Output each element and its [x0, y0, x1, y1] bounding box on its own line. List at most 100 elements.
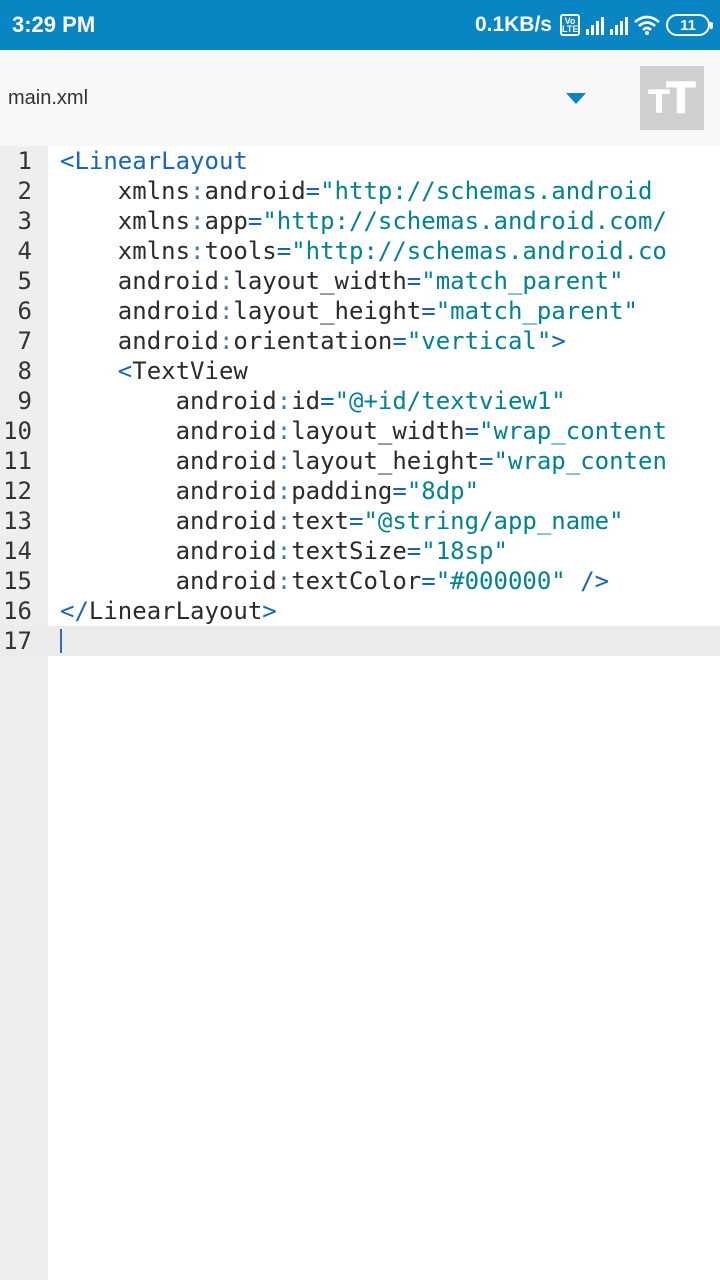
- code-token: textSize: [291, 537, 407, 565]
- file-dropdown-button[interactable]: [562, 88, 590, 108]
- code-token: :: [276, 387, 292, 415]
- code-token: =: [392, 327, 407, 355]
- code-line[interactable]: 3 xmlns:app="http://schemas.android.com/: [0, 206, 720, 236]
- line-number: 9: [17, 387, 32, 415]
- code-token: =: [320, 387, 335, 415]
- line-number: 15: [3, 567, 32, 595]
- code-token: :: [218, 297, 234, 325]
- code-token: android: [204, 177, 306, 205]
- code-token: =: [406, 267, 422, 295]
- line-number: 17: [3, 627, 32, 655]
- code-token: android: [60, 507, 277, 535]
- code-token: android: [60, 417, 277, 445]
- code-token: :: [276, 567, 292, 595]
- line-text: </LinearLayout>: [60, 596, 277, 626]
- code-line[interactable]: 16 </LinearLayout>: [0, 596, 720, 626]
- code-token: xmlns: [60, 177, 191, 205]
- code-token: "http://schemas.android.co: [291, 237, 667, 265]
- code-token: android: [60, 477, 277, 505]
- code-token: :: [218, 327, 234, 355]
- code-line[interactable]: 4 xmlns:tools="http://schemas.android.co: [0, 236, 720, 266]
- code-line[interactable]: 14 android:textSize="18sp": [0, 536, 720, 566]
- line-number: 7: [17, 327, 32, 355]
- code-line[interactable]: 17: [0, 626, 720, 656]
- code-token: "match_parent": [421, 267, 624, 295]
- line-text: android:layout_width="match_parent": [60, 266, 624, 296]
- text-size-button[interactable]: TT: [640, 66, 704, 130]
- code-token: :: [190, 237, 205, 265]
- line-text: xmlns:android="http://schemas.android: [60, 176, 653, 206]
- code-token: "match_parent": [435, 297, 638, 325]
- line-number: 5: [17, 267, 32, 295]
- code-token: layout_height: [291, 447, 480, 475]
- code-line[interactable]: 12 android:padding="8dp": [0, 476, 720, 506]
- code-token: :: [276, 507, 292, 535]
- code-token: =: [392, 477, 407, 505]
- line-number: 11: [3, 447, 32, 475]
- code-token: =: [247, 207, 263, 235]
- code-token: >: [262, 597, 277, 625]
- code-line[interactable]: 5 android:layout_width="match_parent": [0, 266, 720, 296]
- code-token: orientation: [233, 327, 393, 355]
- status-icons: 0.1KB/s Vo LTE 11: [475, 0, 713, 50]
- line-text: <TextView: [60, 356, 248, 386]
- line-number: 4: [17, 237, 32, 265]
- line-text: android:padding="8dp": [60, 476, 479, 506]
- code-token: =: [305, 177, 321, 205]
- code-line[interactable]: 7 android:orientation="vertical">: [0, 326, 720, 356]
- code-token: <LinearLayout: [60, 147, 248, 175]
- line-number: 3: [17, 207, 32, 235]
- line-number: 14: [3, 537, 32, 565]
- code-token: =: [406, 537, 422, 565]
- code-token: "wrap_content: [479, 417, 667, 445]
- code-token: tools: [204, 237, 277, 265]
- status-time: 3:29 PM: [12, 12, 96, 37]
- code-token: :: [276, 537, 292, 565]
- code-token: android: [60, 567, 277, 595]
- code-token: :: [276, 417, 292, 445]
- code-line[interactable]: 11 android:layout_height="wrap_conten: [0, 446, 720, 476]
- code-token: text: [291, 507, 349, 535]
- line-text: android:layout_height="match_parent": [60, 296, 638, 326]
- code-token: textColor: [291, 567, 422, 595]
- code-token: layout_width: [291, 417, 465, 445]
- code-token: layout_width: [233, 267, 407, 295]
- code-token: <: [60, 357, 133, 385]
- code-token: "http://schemas.android: [320, 177, 653, 205]
- code-line[interactable]: 6 android:layout_height="match_parent": [0, 296, 720, 326]
- line-text: xmlns:tools="http://schemas.android.co: [60, 236, 667, 266]
- code-token: :: [276, 477, 292, 505]
- code-token: android: [60, 267, 219, 295]
- code-token: />: [565, 567, 610, 595]
- status-bar: 3:29 PM 0.1KB/s Vo LTE 11: [0, 0, 720, 50]
- code-line[interactable]: 1 <LinearLayout: [0, 146, 720, 176]
- code-token: :: [190, 177, 205, 205]
- line-number: 10: [3, 417, 32, 445]
- wifi-icon: [634, 15, 660, 35]
- code-editor[interactable]: 1 <LinearLayout 2 xmlns:android="http://sc…: [0, 146, 720, 1280]
- code-token: app: [204, 207, 248, 235]
- editor-toolbar: main.xml TT: [0, 50, 720, 146]
- code-line[interactable]: 9 android:id="@+id/textview1": [0, 386, 720, 416]
- code-token: "8dp": [406, 477, 480, 505]
- code-line[interactable]: 8 <TextView: [0, 356, 720, 386]
- code-token: =: [349, 507, 364, 535]
- line-text: <LinearLayout: [60, 146, 248, 176]
- code-token: padding: [291, 477, 393, 505]
- volte-icon: Vo LTE: [560, 14, 580, 36]
- code-token: xmlns: [60, 207, 191, 235]
- line-number: 6: [17, 297, 32, 325]
- line-text: xmlns:app="http://schemas.android.com/: [60, 206, 667, 236]
- file-name[interactable]: main.xml: [8, 50, 88, 146]
- code-line[interactable]: 2 xmlns:android="http://schemas.android: [0, 176, 720, 206]
- code-token: android: [60, 447, 277, 475]
- dropdown-arrow-icon: [566, 92, 586, 104]
- code-token: :: [190, 207, 205, 235]
- line-text: android:id="@+id/textview1": [60, 386, 566, 416]
- code-line[interactable]: 10 android:layout_width="wrap_content: [0, 416, 720, 446]
- code-area[interactable]: 1 <LinearLayout 2 xmlns:android="http://sc…: [0, 146, 720, 656]
- code-token: >: [551, 327, 566, 355]
- code-line[interactable]: 15 android:textColor="#000000" />: [0, 566, 720, 596]
- code-line[interactable]: 13 android:text="@string/app_name": [0, 506, 720, 536]
- code-token: TextView: [132, 357, 248, 385]
